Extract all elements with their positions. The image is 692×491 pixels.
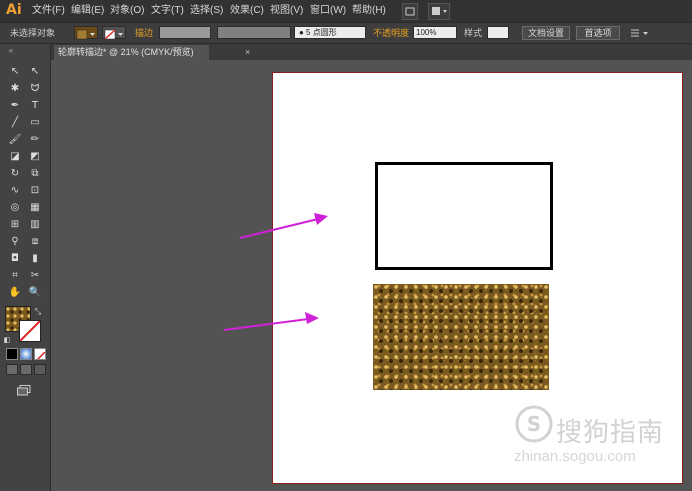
watermark-text: 搜狗指南	[556, 418, 665, 448]
watermark-logo-icon: S	[515, 405, 553, 443]
arrow-upper	[239, 213, 328, 239]
svg-text:S: S	[527, 412, 541, 436]
arrow-lower	[223, 312, 319, 331]
watermark-url: zhinan.sogou.com	[514, 448, 636, 465]
